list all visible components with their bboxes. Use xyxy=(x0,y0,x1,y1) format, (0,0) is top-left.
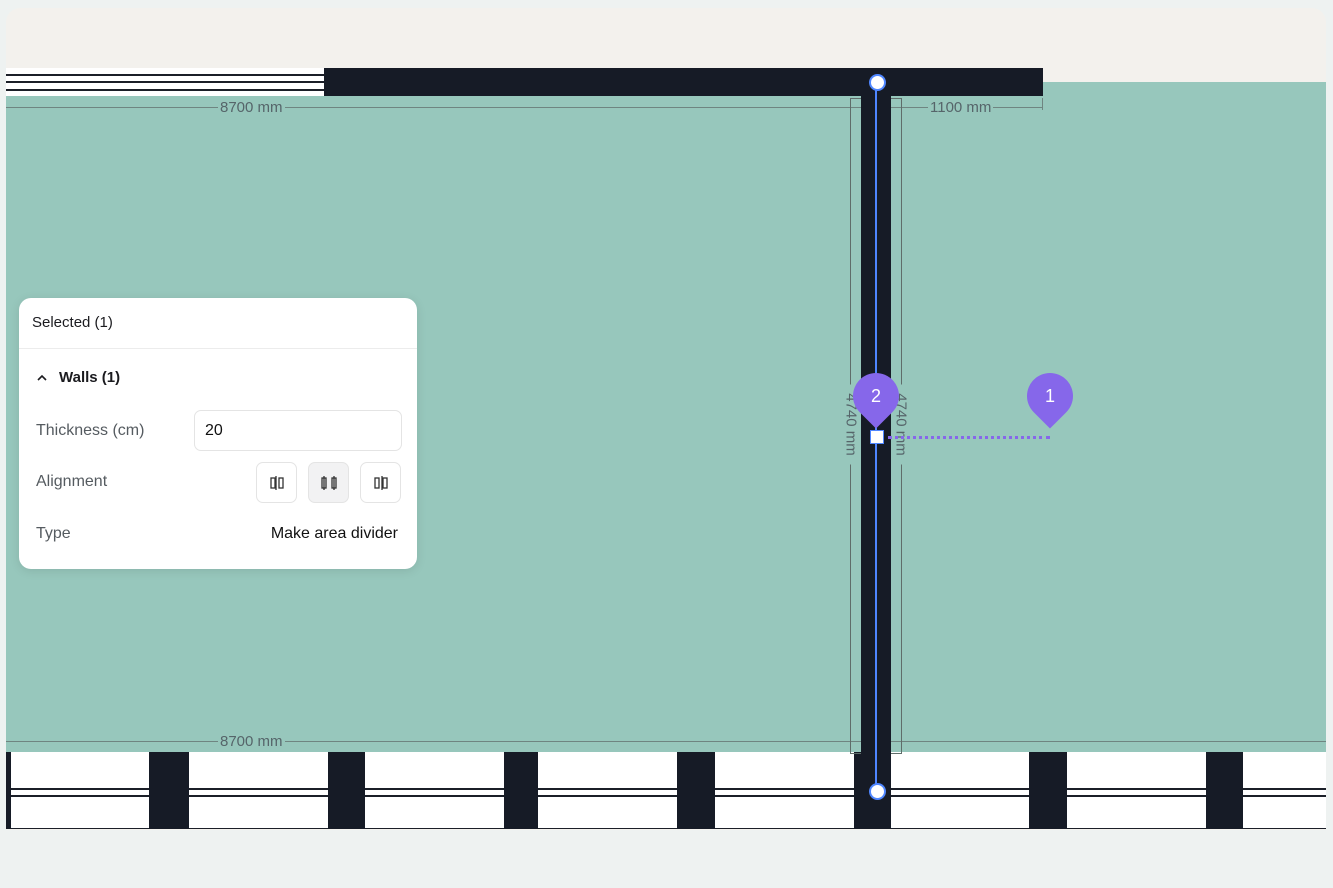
marker-pin-2[interactable]: 2 xyxy=(843,363,909,429)
thickness-value: 20 xyxy=(205,422,223,439)
wall-pillar[interactable] xyxy=(1206,752,1243,829)
align-left-icon xyxy=(269,475,284,490)
alignment-label: Alignment xyxy=(36,473,108,490)
marker-pin-2-label: 2 xyxy=(870,386,881,406)
align-center-icon xyxy=(320,475,337,490)
walls-section-toggle[interactable]: Walls (1) xyxy=(35,366,235,390)
wall-endpoint-handle-bottom[interactable] xyxy=(869,783,886,800)
panel-header: Selected (1) xyxy=(19,298,417,349)
wall-pillar[interactable] xyxy=(149,752,189,829)
walls-section-title: Walls (1) xyxy=(59,369,121,386)
marker-pin-1-label: 1 xyxy=(1044,386,1055,406)
thickness-label: Thickness (cm) xyxy=(36,422,145,439)
wall-pillar[interactable] xyxy=(6,752,11,829)
make-area-divider-button[interactable]: Make area divider xyxy=(271,525,398,543)
align-center-button[interactable] xyxy=(308,462,349,503)
align-right-icon xyxy=(373,475,388,490)
wall-pillar[interactable] xyxy=(504,752,538,829)
canvas-bottom-margin xyxy=(6,830,1326,886)
selection-panel: Selected (1) Walls (1) Thickness (cm) 20… xyxy=(19,298,417,569)
panel-title: Selected (1) xyxy=(32,314,113,331)
dimension-top-right: 1100 mm xyxy=(928,99,994,117)
wall-pillar[interactable] xyxy=(328,752,365,829)
dimension-line-bottom xyxy=(6,741,1326,742)
wall-pillar[interactable] xyxy=(677,752,715,829)
chevron-up-icon xyxy=(37,374,47,381)
wall-endpoint-handle-top[interactable] xyxy=(869,74,886,91)
wall-midpoint-handle[interactable] xyxy=(870,430,884,444)
type-label: Type xyxy=(36,525,71,542)
dimension-tick xyxy=(1042,98,1043,110)
pin-connector-line xyxy=(888,436,1050,439)
dimension-top-left: 8700 mm xyxy=(218,99,285,117)
dimension-bottom-left: 8700 mm xyxy=(218,733,285,751)
align-right-button[interactable] xyxy=(360,462,401,503)
marker-pin-1[interactable]: 1 xyxy=(1017,363,1083,429)
exterior-wall-bottom[interactable] xyxy=(6,752,1326,829)
thickness-input[interactable]: 20 xyxy=(194,410,402,451)
wall-pillar[interactable] xyxy=(1029,752,1067,829)
align-left-button[interactable] xyxy=(256,462,297,503)
exterior-wall-top-left[interactable] xyxy=(6,68,326,96)
wall-top[interactable] xyxy=(324,68,1043,96)
